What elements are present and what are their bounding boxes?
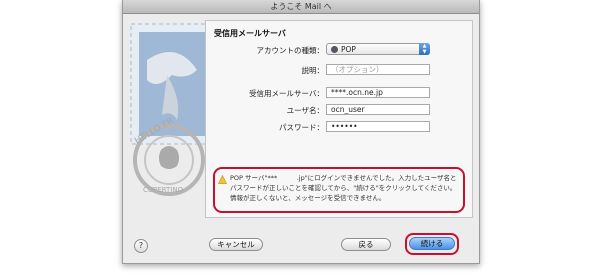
account-type-select[interactable]: POP ▲ ▼ <box>326 43 430 55</box>
stamp-city: CUPERTINO <box>143 186 184 194</box>
cancel-button[interactable]: キャンセル <box>209 238 263 251</box>
setup-window: ようこそ Mail へ HELLO FR CUPERTINO 受信用メールサーバ… <box>122 0 480 264</box>
warning-icon <box>218 175 227 184</box>
section-title: 受信用メールサーバ <box>214 29 286 38</box>
username-label: ユーザ名： <box>286 106 324 115</box>
incoming-server-label: 受信用メールサーバ： <box>249 89 324 98</box>
description-field[interactable]: （オプション） <box>326 64 430 75</box>
back-button[interactable]: 戻る <box>341 238 391 251</box>
error-message-box: POP サーバ"*** .jp"にログインできませんでした。入力したユーザ名とパ… <box>213 167 465 213</box>
help-button[interactable]: ? <box>134 239 148 253</box>
description-label: 説明： <box>301 66 325 75</box>
chevron-updown-icon: ▲ ▼ <box>419 43 430 55</box>
continue-button[interactable]: 続ける <box>409 237 455 250</box>
globe-icon <box>331 46 338 53</box>
window-title: ようこそ Mail へ <box>123 0 479 14</box>
password-field[interactable]: •••••• <box>326 121 430 132</box>
incoming-server-field[interactable]: ****.ocn.ne.jp <box>326 87 430 98</box>
account-type-label: アカウントの種類： <box>256 46 325 55</box>
account-type-value: POP <box>341 45 356 54</box>
error-message-text: POP サーバ"*** .jp"にログインできませんでした。入力したユーザ名とパ… <box>230 174 457 202</box>
incoming-server-panel: 受信用メールサーバ アカウントの種類： POP ▲ ▼ 説明： （オプション） 受… <box>205 20 473 218</box>
password-label: パスワード： <box>279 123 324 132</box>
username-field[interactable]: ocn_user <box>326 104 430 115</box>
